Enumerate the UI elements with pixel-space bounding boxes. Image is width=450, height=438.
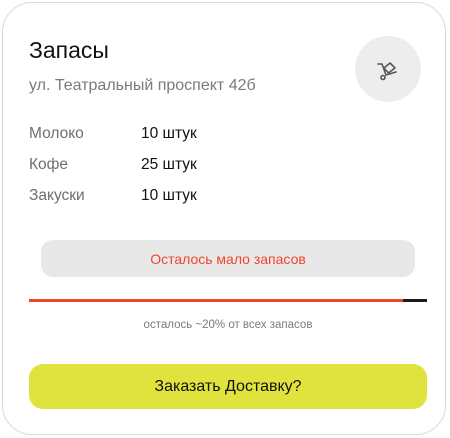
stock-card: Запасы ул. Театральный проспект 42б Моло… — [2, 2, 446, 435]
stock-item-quantity: 10 штук — [141, 186, 197, 204]
stock-item-name: Кофе — [29, 155, 69, 173]
stock-progress-bar — [29, 299, 427, 302]
stock-row: Закуски 10 штук — [29, 180, 289, 211]
cart-button[interactable] — [355, 36, 421, 102]
stock-item-name: Молоко — [29, 124, 84, 142]
stock-list: Молоко 10 штук Кофе 25 штук Закуски 10 ш… — [29, 118, 289, 211]
stock-progress-fill — [29, 299, 404, 302]
store-address: ул. Театральный проспект 42б — [29, 77, 256, 94]
order-delivery-button[interactable]: Заказать Доставку? — [29, 364, 427, 409]
stock-progress-caption: осталось ~20% от всех запасов — [143, 319, 313, 331]
stock-item-name: Закуски — [29, 186, 85, 204]
card-title: Запасы — [29, 37, 109, 63]
stock-item-quantity: 25 штук — [141, 155, 197, 173]
cart-icon — [377, 62, 397, 81]
stock-item-quantity: 10 штук — [141, 124, 197, 142]
stock-row: Молоко 10 штук — [29, 118, 289, 149]
stock-row: Кофе 25 штук — [29, 149, 289, 180]
low-stock-warning: Осталось мало запасов — [41, 240, 415, 277]
